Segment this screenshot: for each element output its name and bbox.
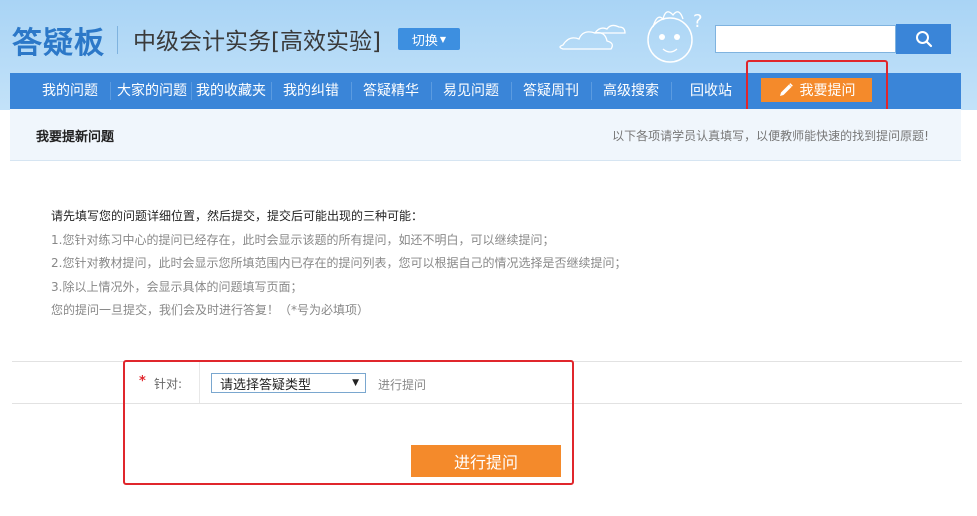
nav-my-questions[interactable]: 我的问题 <box>32 73 108 109</box>
page-note: 以下各项请学员认真填写，以便教师能快速的找到提问原题! <box>612 129 929 143</box>
nav-separator <box>591 82 592 100</box>
search-icon <box>915 31 932 48</box>
search-input[interactable] <box>715 25 896 53</box>
instruction-item: 3.除以上情况外，会显示具体的问题填写页面； <box>51 279 303 294</box>
nav-common-questions[interactable]: 易见问题 <box>433 73 509 109</box>
nav-all-questions[interactable]: 大家的问题 <box>112 73 192 109</box>
nav-qa-highlights[interactable]: 答疑精华 <box>353 73 429 109</box>
instruction-item: 1.您针对练习中心的提问已经存在，此时会显示该题的所有提问，如还不明白，可以继续… <box>51 232 555 247</box>
search-button[interactable] <box>896 24 951 54</box>
logo[interactable]: 答疑板 <box>12 18 105 62</box>
page-title: 我要提新问题 <box>36 130 115 145</box>
highlight-box-form <box>123 360 574 485</box>
nav-separator <box>110 82 111 100</box>
caret-down-icon: ▼ <box>439 34 447 44</box>
nav-separator <box>671 82 672 100</box>
svg-text:?: ? <box>693 11 703 32</box>
switch-label: 切换 <box>411 33 438 49</box>
instructions: 请先填写您的问题详细位置，然后提交，提交后可能出现的三种可能： 1.您针对练习中… <box>51 205 626 323</box>
instruction-item: 2.您针对教材提问，此时会显示您所填范围内已存在的提问列表，您可以根据自己的情况… <box>51 256 627 270</box>
instructions-lead: 请先填写您的问题详细位置，然后提交，提交后可能出现的三种可能： <box>51 209 424 223</box>
nav-separator <box>191 82 192 100</box>
nav-my-corrections[interactable]: 我的纠错 <box>273 73 349 109</box>
logo-divider <box>117 26 118 54</box>
nav-separator <box>511 82 512 100</box>
nav-advanced-search[interactable]: 高级搜索 <box>593 73 669 109</box>
nav-separator <box>431 82 432 100</box>
course-title: 中级会计实务[高效实验] <box>133 29 381 55</box>
nav-separator <box>271 82 272 100</box>
subheader: 我要提新问题 以下各项请学员认真填写，以便教师能快速的找到提问原题! <box>10 109 961 161</box>
switch-course-button[interactable]: 切换 ▼ <box>398 28 460 50</box>
nav-separator <box>351 82 352 100</box>
mascot-decoration-icon: ? <box>559 11 703 63</box>
nav-qa-weekly[interactable]: 答疑周刊 <box>513 73 589 109</box>
nav-recycle-bin[interactable]: 回收站 <box>673 73 749 109</box>
instructions-footer: 您的提问一旦提交，我们会及时进行答复！（*号为必填项） <box>51 303 370 317</box>
nav-favorites[interactable]: 我的收藏夹 <box>193 73 269 109</box>
